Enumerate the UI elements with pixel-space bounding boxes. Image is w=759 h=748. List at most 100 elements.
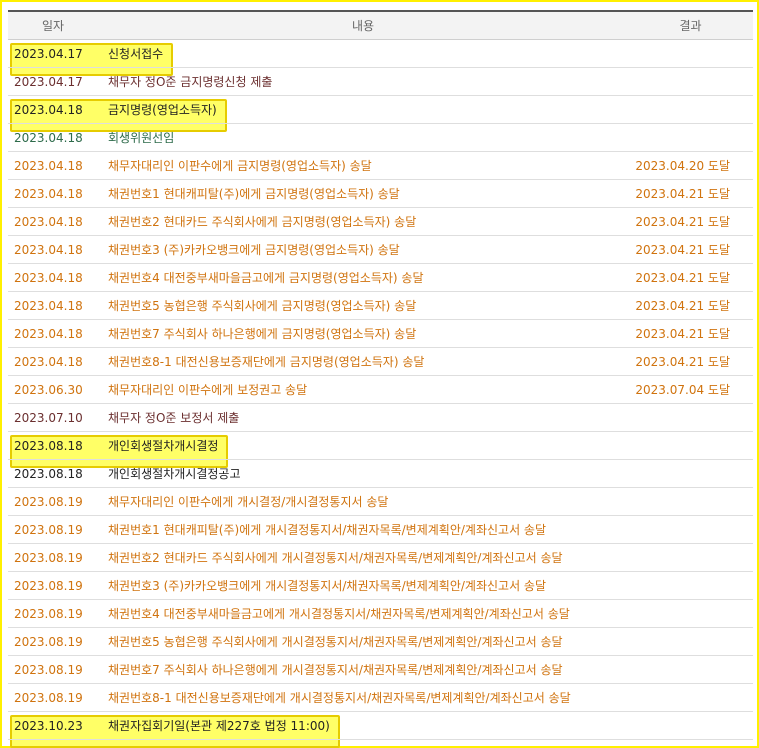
row-content-cell: 채권자집회기일(본관 제227호 법정 11:00)	[98, 711, 628, 740]
table-row: 2023.04.18 채무자대리인 이판수에게 금지명령(영업소득자) 송달 202…	[8, 151, 753, 180]
row-content: 채권번호3 (주)카카오뱅크에게 금지명령(영업소득자) 송달	[108, 243, 400, 257]
table-row: 2023.08.19 채권번호7 주식회사 하나은행에게 개시결정통지서/채권자목…	[8, 655, 753, 684]
row-date-cell: 2023.04.18	[8, 291, 98, 320]
table-row: 2023.08.19 채권번호3 (주)카카오뱅크에게 개시결정통지서/채권자목록…	[8, 571, 753, 600]
row-result-cell	[628, 487, 753, 516]
row-content-cell: 채권번호5 농협은행 주식회사에게 금지명령(영업소득자) 송달	[98, 291, 628, 320]
row-date-cell: 2023.08.18	[8, 431, 98, 460]
row-date-cell: 2023.04.18	[8, 263, 98, 292]
row-content: 채권번호7 주식회사 하나은행에게 개시결정통지서/채권자목록/변제계획안/계좌…	[108, 663, 563, 677]
row-content-cell: 개인회생절차개시결정	[98, 431, 628, 460]
row-result-cell	[628, 683, 753, 712]
row-content-cell: 채권번호3 (주)카카오뱅크에게 개시결정통지서/채권자목록/변제계획안/계좌신…	[98, 571, 628, 600]
row-date-cell: 2023.04.18	[8, 95, 98, 124]
row-date-cell: 2023.08.19	[8, 515, 98, 544]
row-date-cell: 2023.08.19	[8, 599, 98, 628]
row-content-cell: 채권번호4 대전중부새마을금고에게 개시결정통지서/채권자목록/변제계획안/계좌…	[98, 599, 628, 628]
table-row-highlighted: 2023.10.23 채권자집회기일(본관 제227호 법정 11:00)	[8, 711, 753, 740]
row-content: 채권번호7 주식회사 하나은행에게 금지명령(영업소득자) 송달	[108, 327, 417, 341]
row-date: 2023.08.19	[14, 522, 83, 537]
table-row: 2023.04.18 채권번호5 농협은행 주식회사에게 금지명령(영업소득자) …	[8, 291, 753, 320]
row-result: 2023.04.21 도달	[635, 299, 730, 313]
row-date: 2023.08.19	[14, 578, 83, 593]
row-content: 회생위원선임	[108, 131, 175, 145]
table-row: 2023.08.19 채권번호5 농협은행 주식회사에게 개시결정통지서/채권자목…	[8, 627, 753, 656]
row-content-cell: 채권번호7 주식회사 하나은행에게 금지명령(영업소득자) 송달	[98, 319, 628, 348]
table-row: 2023.04.18 채권번호4 대전중부새마을금고에게 금지명령(영업소득자) …	[8, 263, 753, 292]
table-row: 2023.08.19 채권번호1 현대캐피탈(주)에게 개시결정통지서/채권자목록…	[8, 515, 753, 544]
row-date: 2023.04.18	[14, 214, 83, 229]
row-result-cell	[628, 599, 753, 628]
row-result-cell	[628, 711, 753, 740]
table-row: 2023.08.18 개인회생절차개시결정공고	[8, 459, 753, 488]
row-content: 채권자집회기일(본관 제227호 법정 11:00)	[108, 719, 330, 733]
row-content: 채무자대리인 이판수에게 개시결정/개시결정통지서 송달	[108, 495, 389, 509]
row-content: 채권번호4 대전중부새마을금고에게 금지명령(영업소득자) 송달	[108, 271, 424, 285]
table-row: 2023.07.10 채무자 정O준 보정서 제출	[8, 403, 753, 432]
row-date-cell: 2023.04.18	[8, 207, 98, 236]
row-date-cell: 2023.04.17	[8, 39, 98, 68]
row-content-cell: 채무자대리인 이판수에게 개시결정/개시결정통지서 송달	[98, 487, 628, 516]
row-result-cell	[628, 571, 753, 600]
row-date: 2023.08.19	[14, 634, 83, 649]
highlight-frame: 일자 내용 결과 2023.04.17 신청서접수 2023.04.17 채무자 정O…	[0, 0, 759, 748]
row-result-cell: 2023.04.21 도달	[628, 207, 753, 236]
row-result-cell	[628, 123, 753, 152]
row-content: 채권번호4 대전중부새마을금고에게 개시결정통지서/채권자목록/변제계획안/계좌…	[108, 607, 570, 621]
row-result-cell: 2023.07.04 도달	[628, 375, 753, 404]
row-content-cell: 채권번호8-1 대전신용보증재단에게 개시결정통지서/채권자목록/변제계획안/계…	[98, 683, 628, 712]
row-content: 채권번호1 현대캐피탈(주)에게 금지명령(영업소득자) 송달	[108, 187, 400, 201]
table-row-highlighted: 2023.08.18 개인회생절차개시결정	[8, 431, 753, 460]
row-content: 채권번호5 농협은행 주식회사에게 개시결정통지서/채권자목록/변제계획안/계좌…	[108, 635, 563, 649]
row-content-cell: 채권번호2 현대카드 주식회사에게 금지명령(영업소득자) 송달	[98, 207, 628, 236]
row-result-cell	[628, 39, 753, 68]
row-content-cell: 채무자 정O준 금지명령신청 제출	[98, 67, 628, 96]
row-date: 2023.08.19	[14, 662, 83, 677]
row-content-cell: 채무자대리인 이판수에게 금지명령(영업소득자) 송달	[98, 151, 628, 180]
row-result-cell	[628, 543, 753, 572]
row-result-cell	[628, 67, 753, 96]
row-content-cell: 채무자대리인 이판수에게 보정권고 송달	[98, 375, 628, 404]
column-header-content: 내용	[98, 10, 628, 40]
case-progress-table: 일자 내용 결과 2023.04.17 신청서접수 2023.04.17 채무자 정O…	[8, 10, 753, 740]
row-date: 2023.04.18	[14, 354, 83, 369]
row-date-cell: 2023.08.19	[8, 683, 98, 712]
row-content-cell: 채권번호1 현대캐피탈(주)에게 금지명령(영업소득자) 송달	[98, 179, 628, 208]
row-result: 2023.04.21 도달	[635, 187, 730, 201]
row-result: 2023.04.21 도달	[635, 243, 730, 257]
row-result-cell	[628, 95, 753, 124]
table-row: 2023.08.19 채권번호4 대전중부새마을금고에게 개시결정통지서/채권자목…	[8, 599, 753, 628]
row-content-cell: 채권번호1 현대캐피탈(주)에게 개시결정통지서/채권자목록/변제계획안/계좌신…	[98, 515, 628, 544]
row-content-cell: 신청서접수	[98, 39, 628, 68]
row-date-cell: 2023.06.30	[8, 375, 98, 404]
row-content: 금지명령(영업소득자)	[108, 103, 217, 117]
table-row: 2023.08.19 채권번호2 현대카드 주식회사에게 개시결정통지서/채권자목…	[8, 543, 753, 572]
row-result: 2023.04.20 도달	[635, 159, 730, 173]
row-date: 2023.07.10	[14, 410, 83, 425]
row-content: 채무자 정O준 보정서 제출	[108, 411, 240, 425]
row-date-cell: 2023.04.18	[8, 235, 98, 264]
row-content: 개인회생절차개시결정	[108, 439, 219, 453]
row-result: 2023.04.21 도달	[635, 327, 730, 341]
table-header: 일자 내용 결과	[8, 10, 753, 40]
row-date: 2023.04.18	[14, 326, 83, 341]
table-row: 2023.04.18 채권번호8-1 대전신용보증재단에게 금지명령(영업소득자)…	[8, 347, 753, 376]
row-result-cell: 2023.04.20 도달	[628, 151, 753, 180]
row-content-cell: 채권번호8-1 대전신용보증재단에게 금지명령(영업소득자) 송달	[98, 347, 628, 376]
row-result-cell	[628, 431, 753, 460]
row-content-cell: 채권번호2 현대카드 주식회사에게 개시결정통지서/채권자목록/변제계획안/계좌…	[98, 543, 628, 572]
row-content-cell: 채권번호3 (주)카카오뱅크에게 금지명령(영업소득자) 송달	[98, 235, 628, 264]
row-content: 채권번호2 현대카드 주식회사에게 금지명령(영업소득자) 송달	[108, 215, 417, 229]
row-date: 2023.04.17	[14, 74, 83, 89]
row-result-cell: 2023.04.21 도달	[628, 319, 753, 348]
row-date: 2023.04.17	[14, 46, 83, 61]
row-date: 2023.08.18	[14, 466, 83, 481]
row-date: 2023.08.19	[14, 494, 83, 509]
row-date: 2023.08.19	[14, 690, 83, 705]
row-date-cell: 2023.04.18	[8, 123, 98, 152]
row-date-cell: 2023.04.18	[8, 319, 98, 348]
row-date-cell: 2023.08.18	[8, 459, 98, 488]
row-content: 신청서접수	[108, 47, 164, 61]
row-date: 2023.06.30	[14, 382, 83, 397]
row-date-cell: 2023.10.23	[8, 711, 98, 740]
